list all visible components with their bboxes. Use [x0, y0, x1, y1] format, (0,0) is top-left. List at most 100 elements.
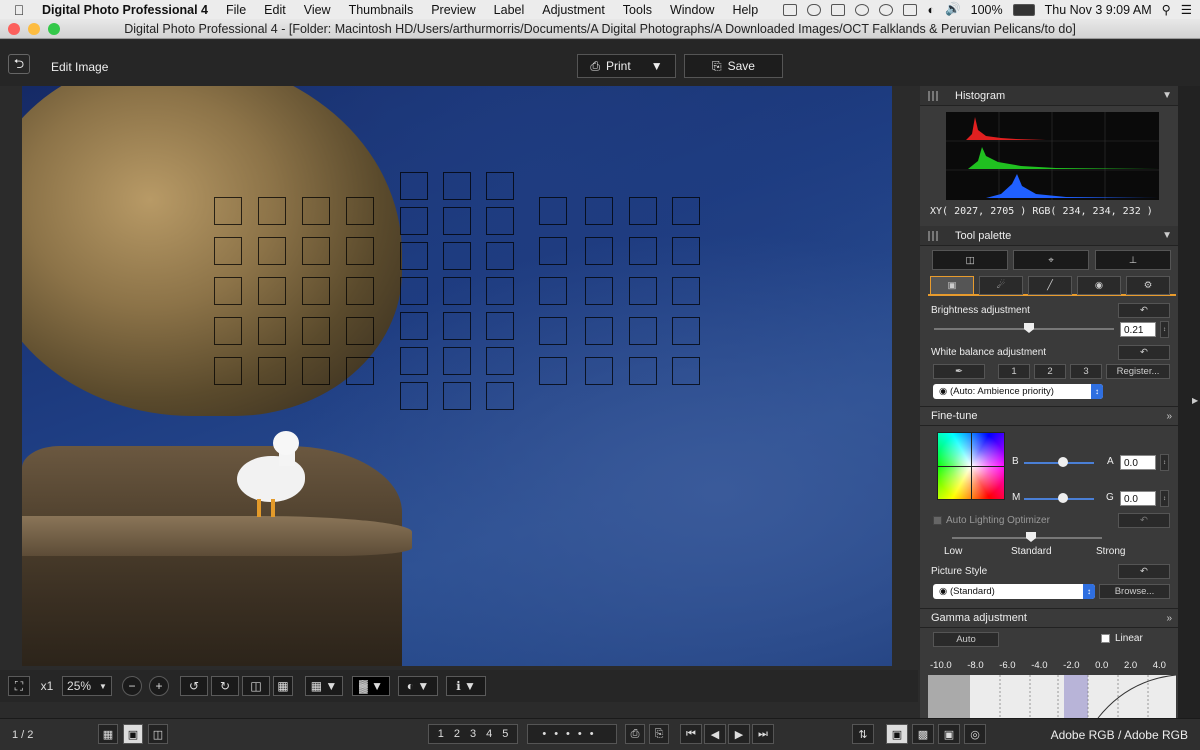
- tab-color-icon[interactable]: ◉: [1077, 276, 1121, 295]
- expand-icon[interactable]: »: [1166, 613, 1172, 624]
- alo-slider-thumb[interactable]: [1026, 532, 1036, 542]
- sort-icon[interactable]: ⇅: [852, 724, 874, 744]
- wifi-icon[interactable]: ◐: [927, 3, 935, 17]
- a-stepper-icon[interactable]: ↕: [1160, 454, 1169, 471]
- tab-basic-icon[interactable]: ▣: [930, 276, 974, 295]
- ba-slider-thumb[interactable]: [1058, 457, 1068, 467]
- edit-image-view-icon[interactable]: ▣: [886, 724, 908, 744]
- picture-style-reset-icon[interactable]: ↶: [1118, 564, 1170, 579]
- status-skype-icon[interactable]: [855, 3, 870, 16]
- menu-view[interactable]: View: [295, 3, 340, 17]
- menu-edit[interactable]: Edit: [255, 3, 295, 17]
- status-c-icon[interactable]: [783, 3, 798, 16]
- status-timemachine-icon[interactable]: [879, 3, 894, 16]
- brightness-stepper-icon[interactable]: ↕: [1160, 321, 1169, 338]
- expand-panel-icon[interactable]: ▶: [1192, 396, 1198, 405]
- fit-to-window-icon[interactable]: ⛶: [8, 676, 30, 696]
- browse-button[interactable]: Browse...: [1099, 584, 1170, 599]
- tab-detail-icon[interactable]: ☄: [979, 276, 1023, 295]
- battery-percent[interactable]: 100%: [971, 3, 1003, 17]
- brightness-reset-icon[interactable]: ↶: [1118, 303, 1170, 318]
- camera-icon[interactable]: ◎: [964, 724, 986, 744]
- grip-icon[interactable]: [928, 91, 938, 101]
- previous-image-icon[interactable]: ◀: [704, 724, 726, 744]
- picture-style-select[interactable]: ◉ (Standard) ↕: [933, 584, 1095, 599]
- color-wheel-grid[interactable]: [937, 432, 1005, 500]
- histogram-header[interactable]: Histogram ▼: [920, 86, 1178, 106]
- rating-4[interactable]: 4: [486, 728, 492, 740]
- gamma-auto-button[interactable]: Auto: [933, 632, 999, 647]
- rotate-left-icon[interactable]: ↺: [180, 676, 208, 696]
- status-dropbox-icon[interactable]: [831, 3, 846, 16]
- rating-3[interactable]: 3: [470, 728, 476, 740]
- white-balance-select[interactable]: ◉ (Auto: Ambience priority) ↕: [933, 384, 1103, 399]
- gamma-graph[interactable]: [928, 675, 1176, 718]
- menu-label[interactable]: Label: [485, 3, 534, 17]
- brightness-slider-thumb[interactable]: [1024, 323, 1034, 333]
- zoom-multiplier[interactable]: x1: [34, 676, 60, 696]
- menu-thumbnails[interactable]: Thumbnails: [340, 3, 423, 17]
- menu-help[interactable]: Help: [723, 3, 767, 17]
- fullscreen-view-icon[interactable]: ▣: [938, 724, 960, 744]
- af-points-toggle-icon[interactable]: ▓ ▼: [352, 676, 390, 696]
- rating-1[interactable]: 1: [438, 728, 444, 740]
- alo-checkbox[interactable]: [933, 516, 942, 525]
- next-image-icon[interactable]: ▶: [728, 724, 750, 744]
- fine-tune-header[interactable]: Fine-tune »: [920, 406, 1178, 426]
- grip-icon[interactable]: [928, 231, 938, 241]
- status-bluetooth-icon[interactable]: [903, 3, 918, 16]
- save-button[interactable]: ⎘ Save: [684, 54, 783, 78]
- notification-center-icon[interactable]: ☰: [1181, 2, 1192, 17]
- menu-tools[interactable]: Tools: [614, 3, 661, 17]
- single-view-icon[interactable]: ▣: [123, 724, 143, 744]
- rating-2[interactable]: 2: [454, 728, 460, 740]
- print-button[interactable]: ⎙ Print ▼: [577, 54, 676, 78]
- info-icon[interactable]: ℹ ▼: [446, 676, 486, 696]
- menu-file[interactable]: File: [217, 3, 255, 17]
- zoom-out-icon[interactable]: −: [122, 676, 142, 696]
- back-button[interactable]: ⮌: [8, 54, 30, 74]
- apple-menu-icon[interactable]: : [0, 2, 38, 18]
- g-stepper-icon[interactable]: ↕: [1160, 490, 1169, 507]
- color-label-dots[interactable]: •••••: [527, 724, 617, 744]
- thumbnail-view-icon[interactable]: ▦: [98, 724, 118, 744]
- app-menu[interactable]: Digital Photo Professional 4: [38, 3, 217, 17]
- linear-checkbox[interactable]: [1101, 634, 1110, 643]
- preview-view-icon[interactable]: ▩: [912, 724, 934, 744]
- first-image-icon[interactable]: ⏮: [680, 724, 702, 744]
- wb-preset-1[interactable]: 1: [998, 364, 1030, 379]
- menu-adjustment[interactable]: Adjustment: [533, 3, 614, 17]
- mg-slider-thumb[interactable]: [1058, 493, 1068, 503]
- zoom-select[interactable]: 25% ▼: [62, 676, 112, 696]
- gamma-header[interactable]: Gamma adjustment »: [920, 608, 1178, 628]
- menu-window[interactable]: Window: [661, 3, 723, 17]
- menu-preview[interactable]: Preview: [422, 3, 484, 17]
- clock[interactable]: Thu Nov 3 9:09 AM: [1045, 3, 1152, 17]
- highlight-warning-icon[interactable]: ◐ ▼: [398, 676, 438, 696]
- brightness-value-field[interactable]: 0.21: [1120, 322, 1156, 337]
- rating-5[interactable]: 5: [502, 728, 508, 740]
- crop-tool-icon[interactable]: ⌖: [1013, 250, 1089, 270]
- tool-palette-header[interactable]: Tool palette ▼: [920, 226, 1178, 246]
- volume-icon[interactable]: 🔊: [945, 2, 961, 17]
- last-image-icon[interactable]: ⏭: [752, 724, 774, 744]
- minimize-window-button[interactable]: [28, 23, 40, 35]
- basic-adjust-tool-icon[interactable]: ◫: [932, 250, 1008, 270]
- wb-preset-3[interactable]: 3: [1070, 364, 1102, 379]
- copy-recipe-icon[interactable]: ⎙: [625, 724, 645, 744]
- wb-preset-2[interactable]: 2: [1034, 364, 1066, 379]
- eyedropper-icon[interactable]: ✒: [933, 364, 985, 379]
- expand-icon[interactable]: »: [1166, 411, 1172, 422]
- photo-preview[interactable]: [22, 86, 892, 666]
- collapse-icon[interactable]: ▼: [1162, 230, 1172, 241]
- spotlight-icon[interactable]: ⚲: [1162, 2, 1171, 17]
- zoom-in-icon[interactable]: +: [149, 676, 169, 696]
- image-viewer[interactable]: [0, 86, 918, 668]
- paste-recipe-icon[interactable]: ⎘: [649, 724, 669, 744]
- print-dropdown-icon[interactable]: ▼: [651, 59, 663, 73]
- tab-settings-icon[interactable]: ⚙: [1126, 276, 1170, 295]
- multi-view-icon[interactable]: ◫: [148, 724, 168, 744]
- fine-tune-a-field[interactable]: 0.0: [1120, 455, 1156, 470]
- alo-reset-icon[interactable]: ↶: [1118, 513, 1170, 528]
- stamp-tool-icon[interactable]: ⊥: [1095, 250, 1171, 270]
